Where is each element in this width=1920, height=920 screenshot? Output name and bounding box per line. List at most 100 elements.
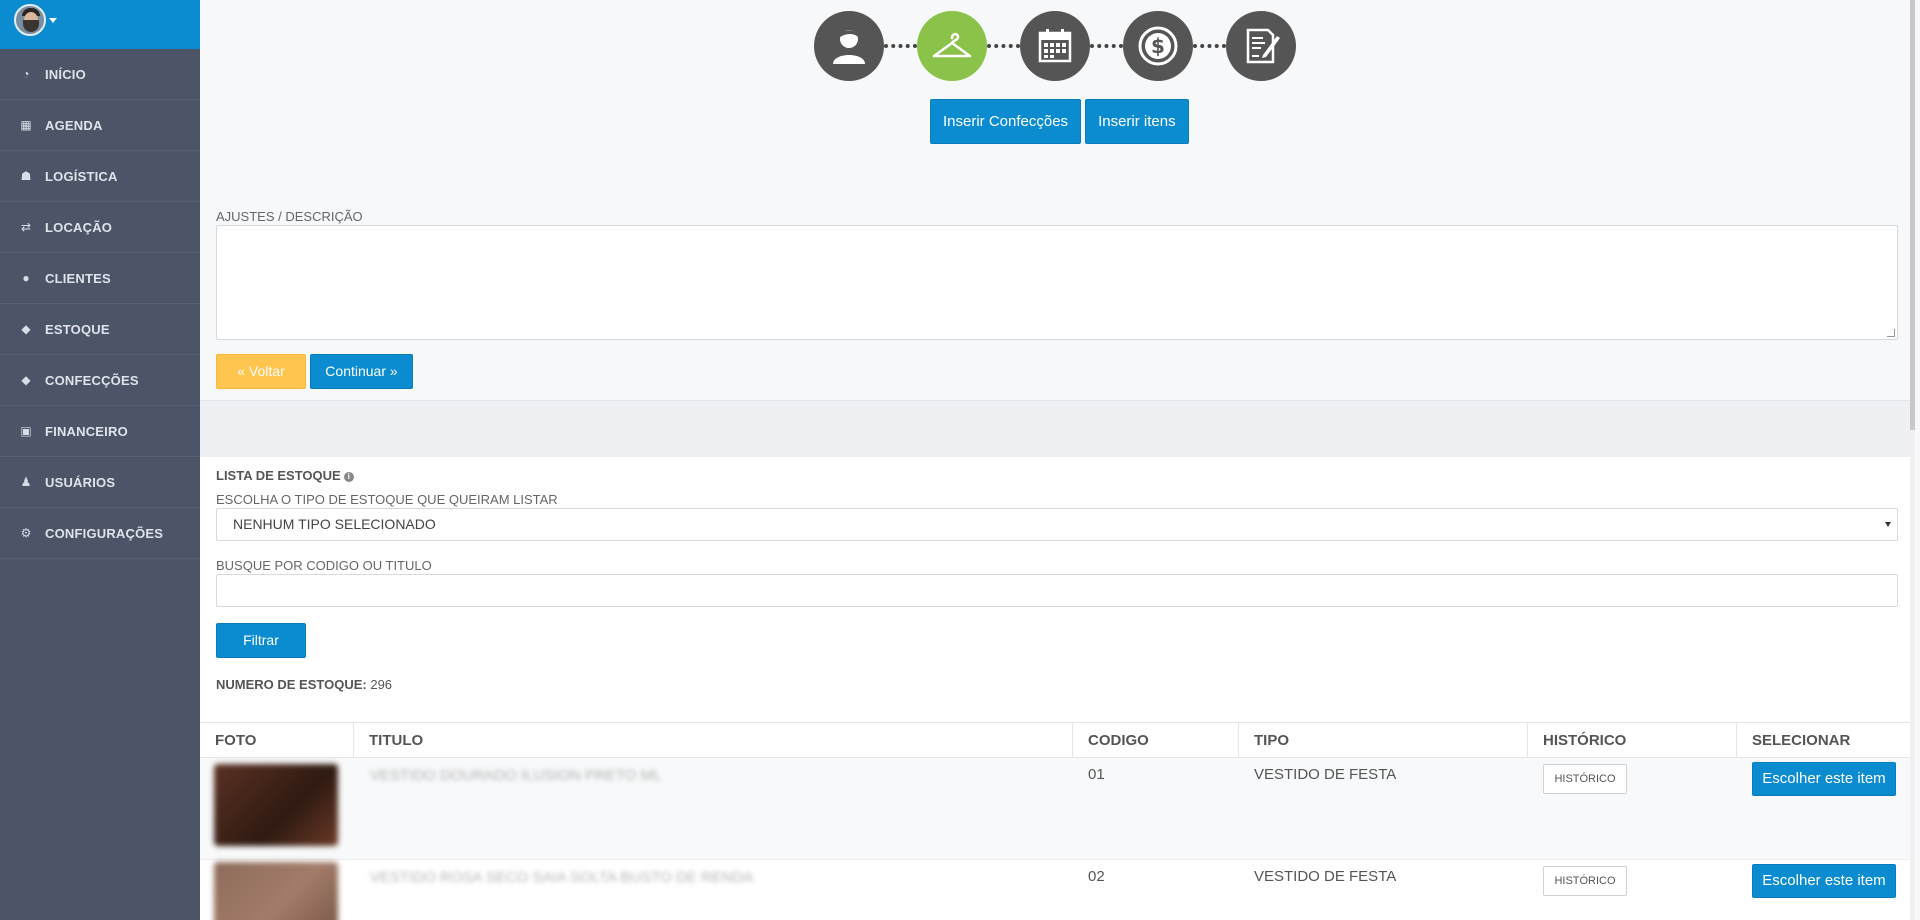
step-connector — [1193, 44, 1226, 48]
sidebar-item-label: USUÁRIOS — [45, 474, 116, 490]
form-navigation: « Voltar Continuar » — [216, 354, 413, 389]
scrollbar[interactable] — [1910, 0, 1915, 920]
sidebar-nav: ◔ INÍCIO ▦ AGENDA ☗ LOGÍSTICA ⇄ LOCAÇÃO ● CLI… — [0, 49, 200, 559]
resize-handle[interactable] — [1887, 329, 1895, 337]
item-type: VESTIDO DE FESTA — [1254, 766, 1397, 783]
user-icon: ♟ — [20, 475, 32, 489]
step-payment[interactable]: $ — [1123, 11, 1193, 81]
wizard-steps: $ — [814, 11, 1296, 81]
column-header-selecionar: SELECIONAR — [1752, 732, 1851, 749]
panel-title: LISTA DE ESTOQUE i — [216, 468, 354, 483]
scrollbar-thumb[interactable] — [1910, 0, 1915, 430]
sitemap-icon: ☗ — [20, 169, 32, 183]
tag-icon: ◆ — [21, 322, 31, 336]
back-button[interactable]: « Voltar — [216, 354, 306, 389]
step-connector — [987, 44, 1020, 48]
step-client[interactable] — [814, 11, 884, 81]
search-input[interactable] — [216, 574, 1898, 607]
table-row: VESTIDO ROSA SECO SAIA SOLTA BUSTO DE RE… — [200, 860, 1915, 920]
ajustes-label: AJUSTES / DESCRIÇÃO — [216, 209, 363, 224]
table-header: FOTO TITULO CODIGO TIPO HISTÓRICO SELECI… — [200, 722, 1915, 758]
sidebar-item-usuarios[interactable]: ♟ USUÁRIOS — [0, 457, 200, 508]
column-header-tipo: TIPO — [1239, 723, 1528, 758]
step-schedule[interactable] — [1020, 11, 1090, 81]
svg-text:$: $ — [1151, 34, 1165, 58]
history-button[interactable]: HISTÓRICO — [1543, 866, 1627, 896]
choose-item-button[interactable]: Escolher este item — [1752, 864, 1896, 898]
sidebar-item-label: FINANCEIRO — [45, 423, 128, 439]
stock-type-label: ESCOLHA O TIPO DE ESTOQUE QUE QUEIRAM LI… — [216, 492, 558, 507]
caret-down-icon[interactable] — [49, 18, 57, 23]
filter-button[interactable]: Filtrar — [216, 623, 306, 658]
item-type: VESTIDO DE FESTA — [1254, 868, 1397, 885]
calendar-icon — [1038, 29, 1072, 63]
hanger-icon — [932, 32, 972, 58]
item-title: VESTIDO DOURADO ILUSION PRETO ML — [370, 767, 662, 784]
avatar[interactable] — [14, 4, 46, 36]
stock-type-select[interactable]: NENHUM TIPO SELECIONADO — [216, 508, 1898, 541]
sidebar-item-label: LOCAÇÃO — [45, 219, 113, 235]
sidebar: ◔ INÍCIO ▦ AGENDA ☗ LOGÍSTICA ⇄ LOCAÇÃO ● CLI… — [0, 0, 200, 920]
stock-count: NUMERO DE ESTOQUE: 296 — [216, 677, 392, 692]
insert-items-button[interactable]: Inserir itens — [1085, 99, 1189, 144]
choose-item-button[interactable]: Escolher este item — [1752, 762, 1896, 796]
sidebar-item-configuracoes[interactable]: ⚙ CONFIGURAÇÕES — [0, 508, 200, 559]
wizard-actions: Inserir Confecções Inserir itens — [930, 99, 1189, 144]
contract-icon — [1246, 28, 1280, 64]
continue-button[interactable]: Continuar » — [310, 354, 413, 389]
item-title: VESTIDO ROSA SECO SAIA SOLTA BUSTO DE RE… — [370, 869, 754, 886]
sidebar-item-label: LOGÍSTICA — [45, 168, 118, 184]
users-icon: ● — [22, 271, 30, 285]
dropdown-arrow-icon — [1885, 522, 1891, 527]
column-header-historico: HISTÓRICO — [1528, 723, 1737, 758]
insert-confeccoes-button[interactable]: Inserir Confecções — [930, 99, 1082, 144]
sidebar-item-label: CONFECÇÕES — [45, 372, 139, 388]
stock-title: LISTA DE ESTOQUE — [216, 468, 341, 483]
sidebar-item-confeccoes[interactable]: ◆ CONFECÇÕES — [0, 355, 200, 406]
column-header-foto: FOTO — [200, 723, 354, 758]
sidebar-item-locacao[interactable]: ⇄ LOCAÇÃO — [0, 202, 200, 253]
sidebar-item-label: INÍCIO — [45, 66, 86, 82]
sidebar-item-clientes[interactable]: ● CLIENTES — [0, 253, 200, 304]
section-divider — [200, 400, 1915, 457]
stock-count-label: NUMERO DE ESTOQUE: — [216, 677, 367, 692]
stock-list-panel: LISTA DE ESTOQUE i ESCOLHA O TIPO DE ESTO… — [200, 457, 1915, 722]
tag-icon: ◆ — [21, 373, 31, 387]
main-content: $ Inserir Confecções Inserir itens AJUST… — [200, 0, 1915, 920]
ajustes-textarea[interactable] — [216, 225, 1898, 340]
sidebar-item-label: AGENDA — [45, 117, 103, 133]
sidebar-item-inicio[interactable]: ◔ INÍCIO — [0, 49, 200, 100]
user-icon — [833, 30, 865, 64]
item-photo — [214, 862, 338, 920]
step-connector — [1090, 44, 1123, 48]
sidebar-item-estoque[interactable]: ◆ ESTOQUE — [0, 304, 200, 355]
item-photo — [214, 764, 338, 846]
sidebar-item-agenda[interactable]: ▦ AGENDA — [0, 100, 200, 151]
sidebar-item-label: CLIENTES — [45, 270, 111, 286]
dollar-icon: $ — [1138, 26, 1178, 66]
step-clothing[interactable] — [917, 11, 987, 81]
sidebar-item-label: ESTOQUE — [45, 321, 110, 337]
sidebar-item-label: CONFIGURAÇÕES — [45, 525, 164, 541]
info-icon[interactable]: i — [343, 472, 354, 482]
item-code: 02 — [1088, 868, 1105, 885]
column-header-codigo: CODIGO — [1073, 723, 1239, 758]
step-contract[interactable] — [1226, 11, 1296, 81]
item-code: 01 — [1088, 766, 1105, 783]
search-label: BUSQUE POR CODIGO OU TITULO — [216, 558, 432, 573]
table-row: VESTIDO DOURADO ILUSION PRETO ML 01 VEST… — [200, 758, 1915, 860]
step-connector — [884, 44, 917, 48]
column-header-titulo: TITULO — [354, 723, 1073, 758]
dashboard-icon: ◔ — [22, 67, 30, 81]
stock-count-value: 296 — [370, 677, 393, 692]
cogs-icon: ⚙ — [20, 526, 32, 540]
exchange-icon: ⇄ — [20, 220, 32, 234]
money-icon: ▣ — [20, 424, 32, 438]
sidebar-header — [0, 0, 200, 49]
calendar-icon: ▦ — [20, 118, 32, 132]
sidebar-item-logistica[interactable]: ☗ LOGÍSTICA — [0, 151, 200, 202]
sidebar-item-financeiro[interactable]: ▣ FINANCEIRO — [0, 406, 200, 457]
stock-table: FOTO TITULO CODIGO TIPO HISTÓRICO SELECI… — [200, 722, 1915, 920]
history-button[interactable]: HISTÓRICO — [1543, 764, 1627, 794]
select-value: NENHUM TIPO SELECIONADO — [233, 516, 436, 532]
